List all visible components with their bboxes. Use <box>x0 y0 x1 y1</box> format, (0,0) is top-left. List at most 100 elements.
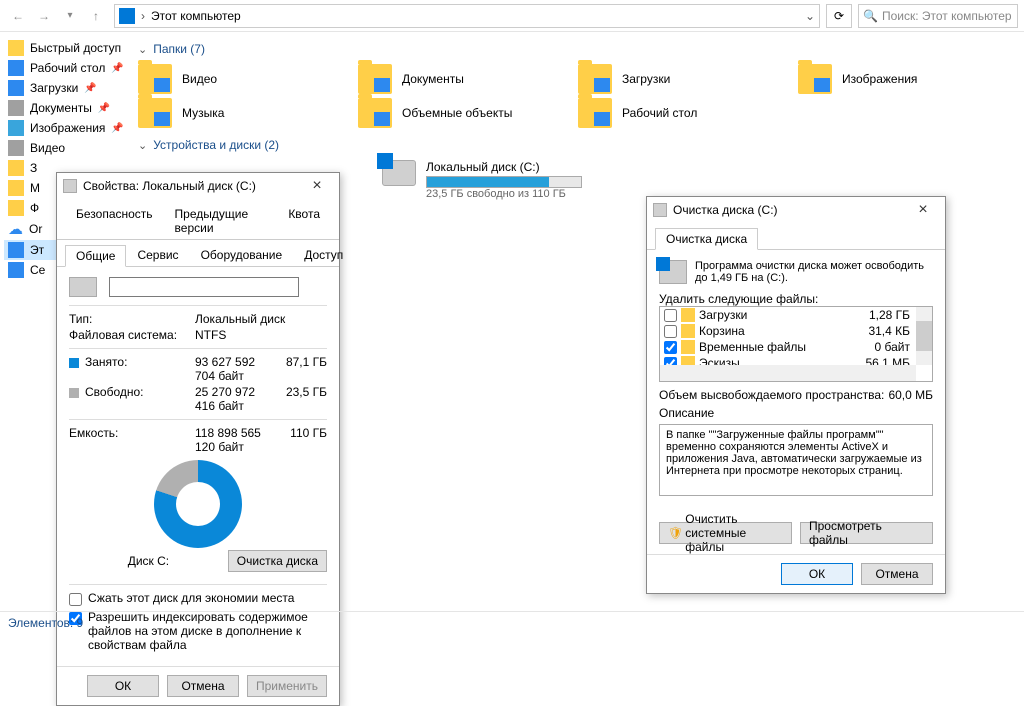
section-folders-title: Папки (7) <box>153 42 205 56</box>
cap-bytes: 118 898 565 120 байт <box>195 426 261 454</box>
scrollbar-horizontal[interactable] <box>660 365 916 381</box>
folder-item[interactable]: Музыка <box>138 98 318 128</box>
row-checkbox[interactable] <box>664 341 677 354</box>
sidebar-item-label: Загрузки <box>30 81 78 95</box>
folder-icon <box>8 160 24 176</box>
folder-icon <box>138 64 172 94</box>
blue-icon <box>8 262 24 278</box>
type-label: Тип: <box>69 312 179 326</box>
folder-item[interactable]: Видео <box>138 64 318 94</box>
sidebar-item[interactable]: Изображения📌 <box>4 118 124 138</box>
folder-item[interactable]: Объемные объекты <box>358 98 538 128</box>
drive-subtitle: 23,5 ГБ свободно из 110 ГБ <box>426 188 582 200</box>
free-bytes: 25 270 972 416 байт <box>195 385 261 413</box>
folder-label: Документы <box>402 72 464 86</box>
cleanup-row[interactable]: Корзина31,4 КБ <box>660 323 932 339</box>
tab[interactable]: Квота <box>277 203 331 239</box>
close-icon[interactable]: × <box>907 201 939 219</box>
folder-item[interactable]: Загрузки <box>578 64 758 94</box>
cleanup-row[interactable]: Временные файлы0 байт <box>660 339 932 355</box>
tab[interactable]: Общие <box>65 245 126 267</box>
history-chevron-icon[interactable]: ▾ <box>58 4 82 28</box>
cleanup-row[interactable]: Загрузки1,28 ГБ <box>660 307 932 323</box>
folder-icon <box>8 200 24 216</box>
scrollbar-vertical[interactable] <box>916 307 932 365</box>
used-label: Занято: <box>85 355 127 369</box>
folder-item[interactable]: Рабочий стол <box>578 98 758 128</box>
section-folders[interactable]: ⌄ Папки (7) <box>138 42 1014 56</box>
img-icon <box>8 120 24 136</box>
chevron-down-icon[interactable]: ⌄ <box>805 9 815 23</box>
folder-label: Загрузки <box>622 72 670 86</box>
titlebar[interactable]: Очистка диска (C:) × <box>647 197 945 223</box>
folder-label: Объемные объекты <box>402 106 512 120</box>
drive-item[interactable]: Локальный диск (C:) 23,5 ГБ свободно из … <box>382 160 1014 200</box>
row-label: Временные файлы <box>699 340 806 354</box>
titlebar[interactable]: Свойства: Локальный диск (C:) × <box>57 173 339 199</box>
back-icon[interactable]: ← <box>6 4 30 28</box>
tabs-row1: БезопасностьПредыдущие версииКвота <box>57 199 339 240</box>
tab[interactable]: Сервис <box>126 244 189 266</box>
folder-item[interactable]: Документы <box>358 64 538 94</box>
folder-icon <box>798 64 832 94</box>
row-label: Загрузки <box>699 308 747 322</box>
refresh-button[interactable]: ⟳ <box>826 4 852 28</box>
file-icon <box>681 308 695 322</box>
cleanup-icon <box>653 203 667 217</box>
disk-cleanup-button[interactable]: Очистка диска <box>228 550 327 572</box>
usage-donut-chart <box>154 460 242 548</box>
breadcrumb[interactable]: Этот компьютер <box>151 9 241 23</box>
sidebar-item[interactable]: Документы📌 <box>4 98 124 118</box>
pin-icon: 📌 <box>111 123 123 134</box>
apply-button[interactable]: Применить <box>247 675 327 697</box>
folder-icon <box>138 98 172 128</box>
sidebar-item[interactable]: Видео <box>4 138 124 158</box>
view-files-button[interactable]: Просмотреть файлы <box>800 522 933 544</box>
cancel-button[interactable]: Отмена <box>861 563 933 585</box>
free-label: Свободно: <box>85 385 144 399</box>
fs-label: Файловая система: <box>69 328 179 342</box>
blue-icon <box>8 242 24 258</box>
sidebar-item-label: Or <box>29 222 42 236</box>
blue-icon <box>8 60 24 76</box>
ok-button[interactable]: ОК <box>781 563 853 585</box>
sidebar-item[interactable]: Загрузки📌 <box>4 78 124 98</box>
grey-icon <box>8 100 24 116</box>
folder-item[interactable]: Изображения <box>798 64 978 94</box>
sidebar-item[interactable]: Быстрый доступ <box>4 38 124 58</box>
tab[interactable]: Оборудование <box>190 244 294 266</box>
dialog-title: Свойства: Локальный диск (C:) <box>83 179 256 193</box>
pin-icon: 📌 <box>98 103 110 114</box>
drive-label-input[interactable] <box>109 277 299 297</box>
search-input[interactable]: 🔍 Поиск: Этот компьютер <box>858 4 1018 28</box>
up-icon[interactable]: ↑ <box>84 4 108 28</box>
folder-label: Музыка <box>182 106 224 120</box>
compress-checkbox[interactable]: Сжать этот диск для экономии места <box>69 591 327 606</box>
address-bar[interactable]: › Этот компьютер ⌄ <box>114 4 820 28</box>
folders-grid: Видео Документы Загрузки Изображения Музыка О… <box>138 64 1014 128</box>
tab[interactable]: Доступ <box>293 244 354 266</box>
used-bytes: 93 627 592 704 байт <box>195 355 261 383</box>
tab[interactable]: Безопасность <box>65 203 164 239</box>
sidebar-item[interactable]: Рабочий стол📌 <box>4 58 124 78</box>
row-checkbox[interactable] <box>664 309 677 322</box>
star-icon <box>8 40 24 56</box>
tab-cleanup[interactable]: Очистка диска <box>655 228 758 250</box>
free-chip <box>69 388 79 398</box>
forward-icon[interactable]: → <box>32 4 56 28</box>
ok-button[interactable]: ОК <box>87 675 159 697</box>
description-head: Описание <box>659 406 933 420</box>
tab[interactable]: Предыдущие версии <box>164 203 278 239</box>
blue-icon <box>8 80 24 96</box>
cancel-button[interactable]: Отмена <box>167 675 239 697</box>
total-value: 60,0 МБ <box>888 388 933 402</box>
sidebar-item-label: Быстрый доступ <box>30 41 121 55</box>
section-drives[interactable]: ⌄ Устройства и диски (2) <box>138 138 1014 152</box>
sidebar-item-label: Ф <box>30 201 39 215</box>
cleanup-file-list[interactable]: Загрузки1,28 ГБКорзина31,4 КБВременные ф… <box>659 306 933 382</box>
clean-system-files-button[interactable]: 🛡Очистить системные файлы <box>659 522 792 544</box>
folder-icon <box>8 180 24 196</box>
row-checkbox[interactable] <box>664 325 677 338</box>
close-icon[interactable]: × <box>301 177 333 195</box>
item-count: Элементов: 9 <box>8 616 83 630</box>
